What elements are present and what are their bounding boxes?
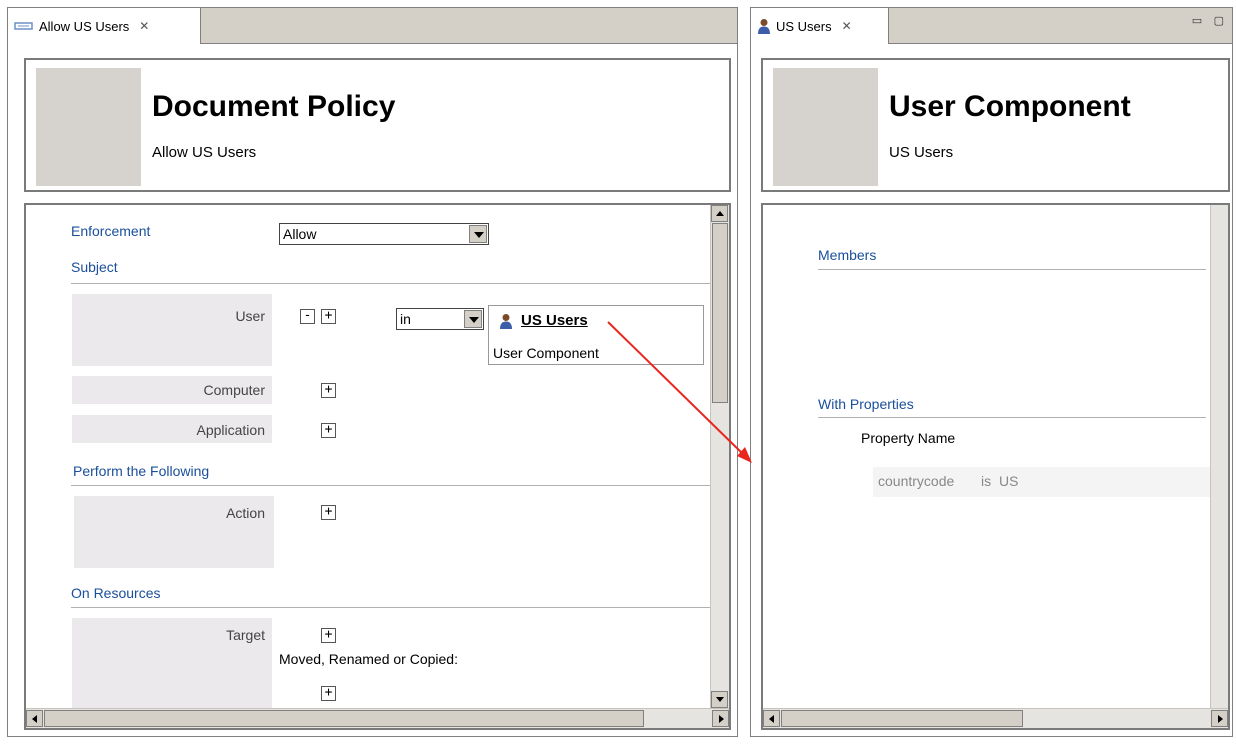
property-operator: is bbox=[981, 473, 992, 489]
user-icon bbox=[500, 314, 512, 329]
component-header: User Component US Users bbox=[761, 58, 1230, 192]
add-moved-target-button[interactable]: + bbox=[321, 686, 336, 701]
user-operator-select[interactable]: in bbox=[396, 308, 484, 330]
policy-icon bbox=[14, 19, 34, 34]
editor-splitter[interactable] bbox=[738, 0, 750, 751]
user-row-box bbox=[72, 294, 272, 366]
tab-allow-us-users[interactable]: Allow US Users ✕ bbox=[8, 8, 201, 44]
enforcement-value: Allow bbox=[283, 226, 317, 242]
divider bbox=[71, 607, 711, 608]
property-value: US bbox=[999, 473, 1019, 489]
moved-renamed-label: Moved, Renamed or Copied: bbox=[279, 651, 458, 667]
scroll-left-button[interactable] bbox=[26, 710, 43, 727]
user-component-type: User Component bbox=[493, 345, 599, 361]
page-title: User Component bbox=[889, 90, 1131, 123]
horizontal-scrollbar[interactable] bbox=[763, 708, 1228, 728]
left-tab-bar: Allow US Users ✕ bbox=[8, 8, 737, 44]
enforcement-select[interactable]: Allow bbox=[279, 223, 489, 245]
application-label: Application bbox=[196, 422, 266, 438]
divider bbox=[818, 417, 1206, 418]
action-label: Action bbox=[226, 505, 265, 521]
scrollbar-thumb[interactable] bbox=[44, 710, 644, 727]
header-image bbox=[36, 68, 141, 186]
scrollbar-thumb[interactable] bbox=[712, 223, 728, 403]
add-computer-button[interactable]: + bbox=[321, 383, 336, 398]
user-operator-value: in bbox=[400, 311, 411, 327]
user-icon bbox=[758, 19, 770, 34]
page-subtitle: US Users bbox=[889, 144, 954, 161]
close-icon[interactable]: ✕ bbox=[842, 19, 852, 33]
tab-title: Allow US Users bbox=[39, 18, 130, 34]
tab-title: US Users bbox=[776, 18, 832, 34]
divider bbox=[71, 485, 711, 486]
perform-section-link[interactable]: Perform the Following bbox=[73, 463, 209, 479]
divider bbox=[818, 269, 1206, 270]
tab-us-users[interactable]: US Users ✕ bbox=[751, 8, 889, 44]
scroll-right-button[interactable] bbox=[1211, 710, 1228, 727]
header-image bbox=[773, 68, 878, 186]
scroll-up-button[interactable] bbox=[711, 205, 728, 222]
scroll-left-button[interactable] bbox=[763, 710, 780, 727]
user-label: User bbox=[235, 308, 265, 324]
horizontal-scrollbar[interactable] bbox=[26, 708, 729, 728]
chevron-down-icon[interactable] bbox=[469, 225, 487, 243]
page-subtitle: Allow US Users bbox=[152, 144, 257, 161]
scrollbar-thumb[interactable] bbox=[781, 710, 1023, 727]
add-application-button[interactable]: + bbox=[321, 423, 336, 438]
add-action-button[interactable]: + bbox=[321, 505, 336, 520]
scroll-right-button[interactable] bbox=[712, 710, 729, 727]
computer-label: Computer bbox=[203, 382, 265, 398]
minimize-maximize-icons[interactable]: ▭ ▢ bbox=[1192, 14, 1228, 27]
right-tab-bar: US Users ✕ ▭ ▢ bbox=[751, 8, 1232, 44]
enforcement-label: Enforcement bbox=[71, 223, 151, 239]
policy-header: Document Policy Allow US Users bbox=[24, 58, 731, 192]
subject-section-link[interactable]: Subject bbox=[71, 259, 118, 275]
property-name-header: Property Name bbox=[861, 430, 956, 446]
user-component-link[interactable]: US Users bbox=[521, 312, 588, 329]
component-editor: US Users ✕ ▭ ▢ User Component US Users M… bbox=[750, 7, 1233, 737]
component-form: Members With Properties Property Name co… bbox=[761, 203, 1230, 730]
property-row[interactable]: countrycode is US bbox=[873, 467, 1228, 497]
user-component-chip[interactable]: US Users User Component bbox=[488, 305, 704, 365]
resources-section-link[interactable]: On Resources bbox=[71, 585, 160, 601]
policy-form: Enforcement Allow Subject User - + in US… bbox=[24, 203, 731, 730]
property-name: countrycode bbox=[878, 473, 955, 489]
add-user-button[interactable]: + bbox=[321, 309, 336, 324]
remove-user-button[interactable]: - bbox=[300, 309, 315, 324]
add-target-button[interactable]: + bbox=[321, 628, 336, 643]
chevron-down-icon[interactable] bbox=[464, 310, 482, 328]
policy-editor: Allow US Users ✕ Document Policy Allow U… bbox=[7, 7, 738, 737]
target-label: Target bbox=[226, 627, 265, 643]
members-section-link[interactable]: Members bbox=[818, 247, 876, 263]
divider bbox=[71, 283, 711, 284]
page-title: Document Policy bbox=[152, 90, 396, 123]
with-properties-section-link[interactable]: With Properties bbox=[818, 396, 914, 412]
vertical-scrollbar[interactable] bbox=[1210, 205, 1228, 708]
scroll-down-button[interactable] bbox=[711, 691, 728, 708]
vertical-scrollbar[interactable] bbox=[710, 205, 729, 708]
close-icon[interactable]: ✕ bbox=[139, 19, 149, 33]
